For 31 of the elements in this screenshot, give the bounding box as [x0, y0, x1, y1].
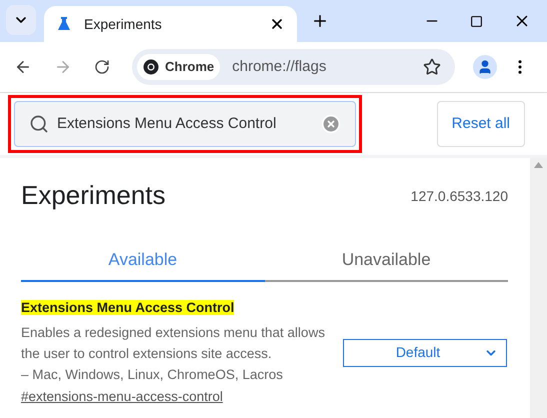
- maximize-icon[interactable]: [470, 15, 483, 28]
- person-icon: [477, 59, 493, 75]
- reload-icon[interactable]: [94, 59, 110, 75]
- flag-link[interactable]: #extensions-menu-access-control: [21, 389, 223, 404]
- tab-title: Experiments: [84, 14, 163, 34]
- profile-avatar[interactable]: [473, 55, 497, 79]
- search-text: Extensions Menu Access Control: [57, 114, 278, 134]
- bookmark-star-icon[interactable]: [423, 58, 441, 76]
- tab[interactable]: Available: [21, 240, 264, 282]
- reset-all-button[interactable]: Reset all: [436, 101, 525, 147]
- address-bar[interactable]: Chrome chrome://flags: [132, 49, 455, 85]
- close-icon[interactable]: [269, 16, 285, 32]
- new-tab-icon[interactable]: [311, 12, 329, 30]
- tab-search-button[interactable]: [6, 5, 36, 35]
- flag-dropdown[interactable]: Default: [343, 338, 507, 366]
- flask-icon: [56, 16, 72, 32]
- flag-title: Extensions Menu Access Control: [21, 300, 234, 315]
- page-title: Experiments: [21, 179, 166, 212]
- browser-tab[interactable]: Experiments: [44, 6, 297, 42]
- back-icon[interactable]: [14, 58, 32, 76]
- scrollbar[interactable]: [530, 158, 547, 418]
- platforms-text: – Mac, Windows, Linux, ChromeOS, Lacros: [21, 366, 284, 384]
- tab[interactable]: Unavailable: [264, 240, 508, 282]
- site-chip[interactable]: Chrome: [137, 54, 220, 80]
- search-field[interactable]: Extensions Menu Access Control: [14, 101, 356, 147]
- clear-icon[interactable]: [321, 114, 341, 134]
- chrome-logo-icon: [143, 59, 159, 75]
- version-text: 127.0.6533.120: [410, 187, 508, 206]
- search-icon: [29, 114, 49, 134]
- flag-description: Enables a redesigned extensions menu that allows the user to control extensions site access.: [21, 324, 326, 363]
- url-text: chrome://flags: [232, 56, 328, 77]
